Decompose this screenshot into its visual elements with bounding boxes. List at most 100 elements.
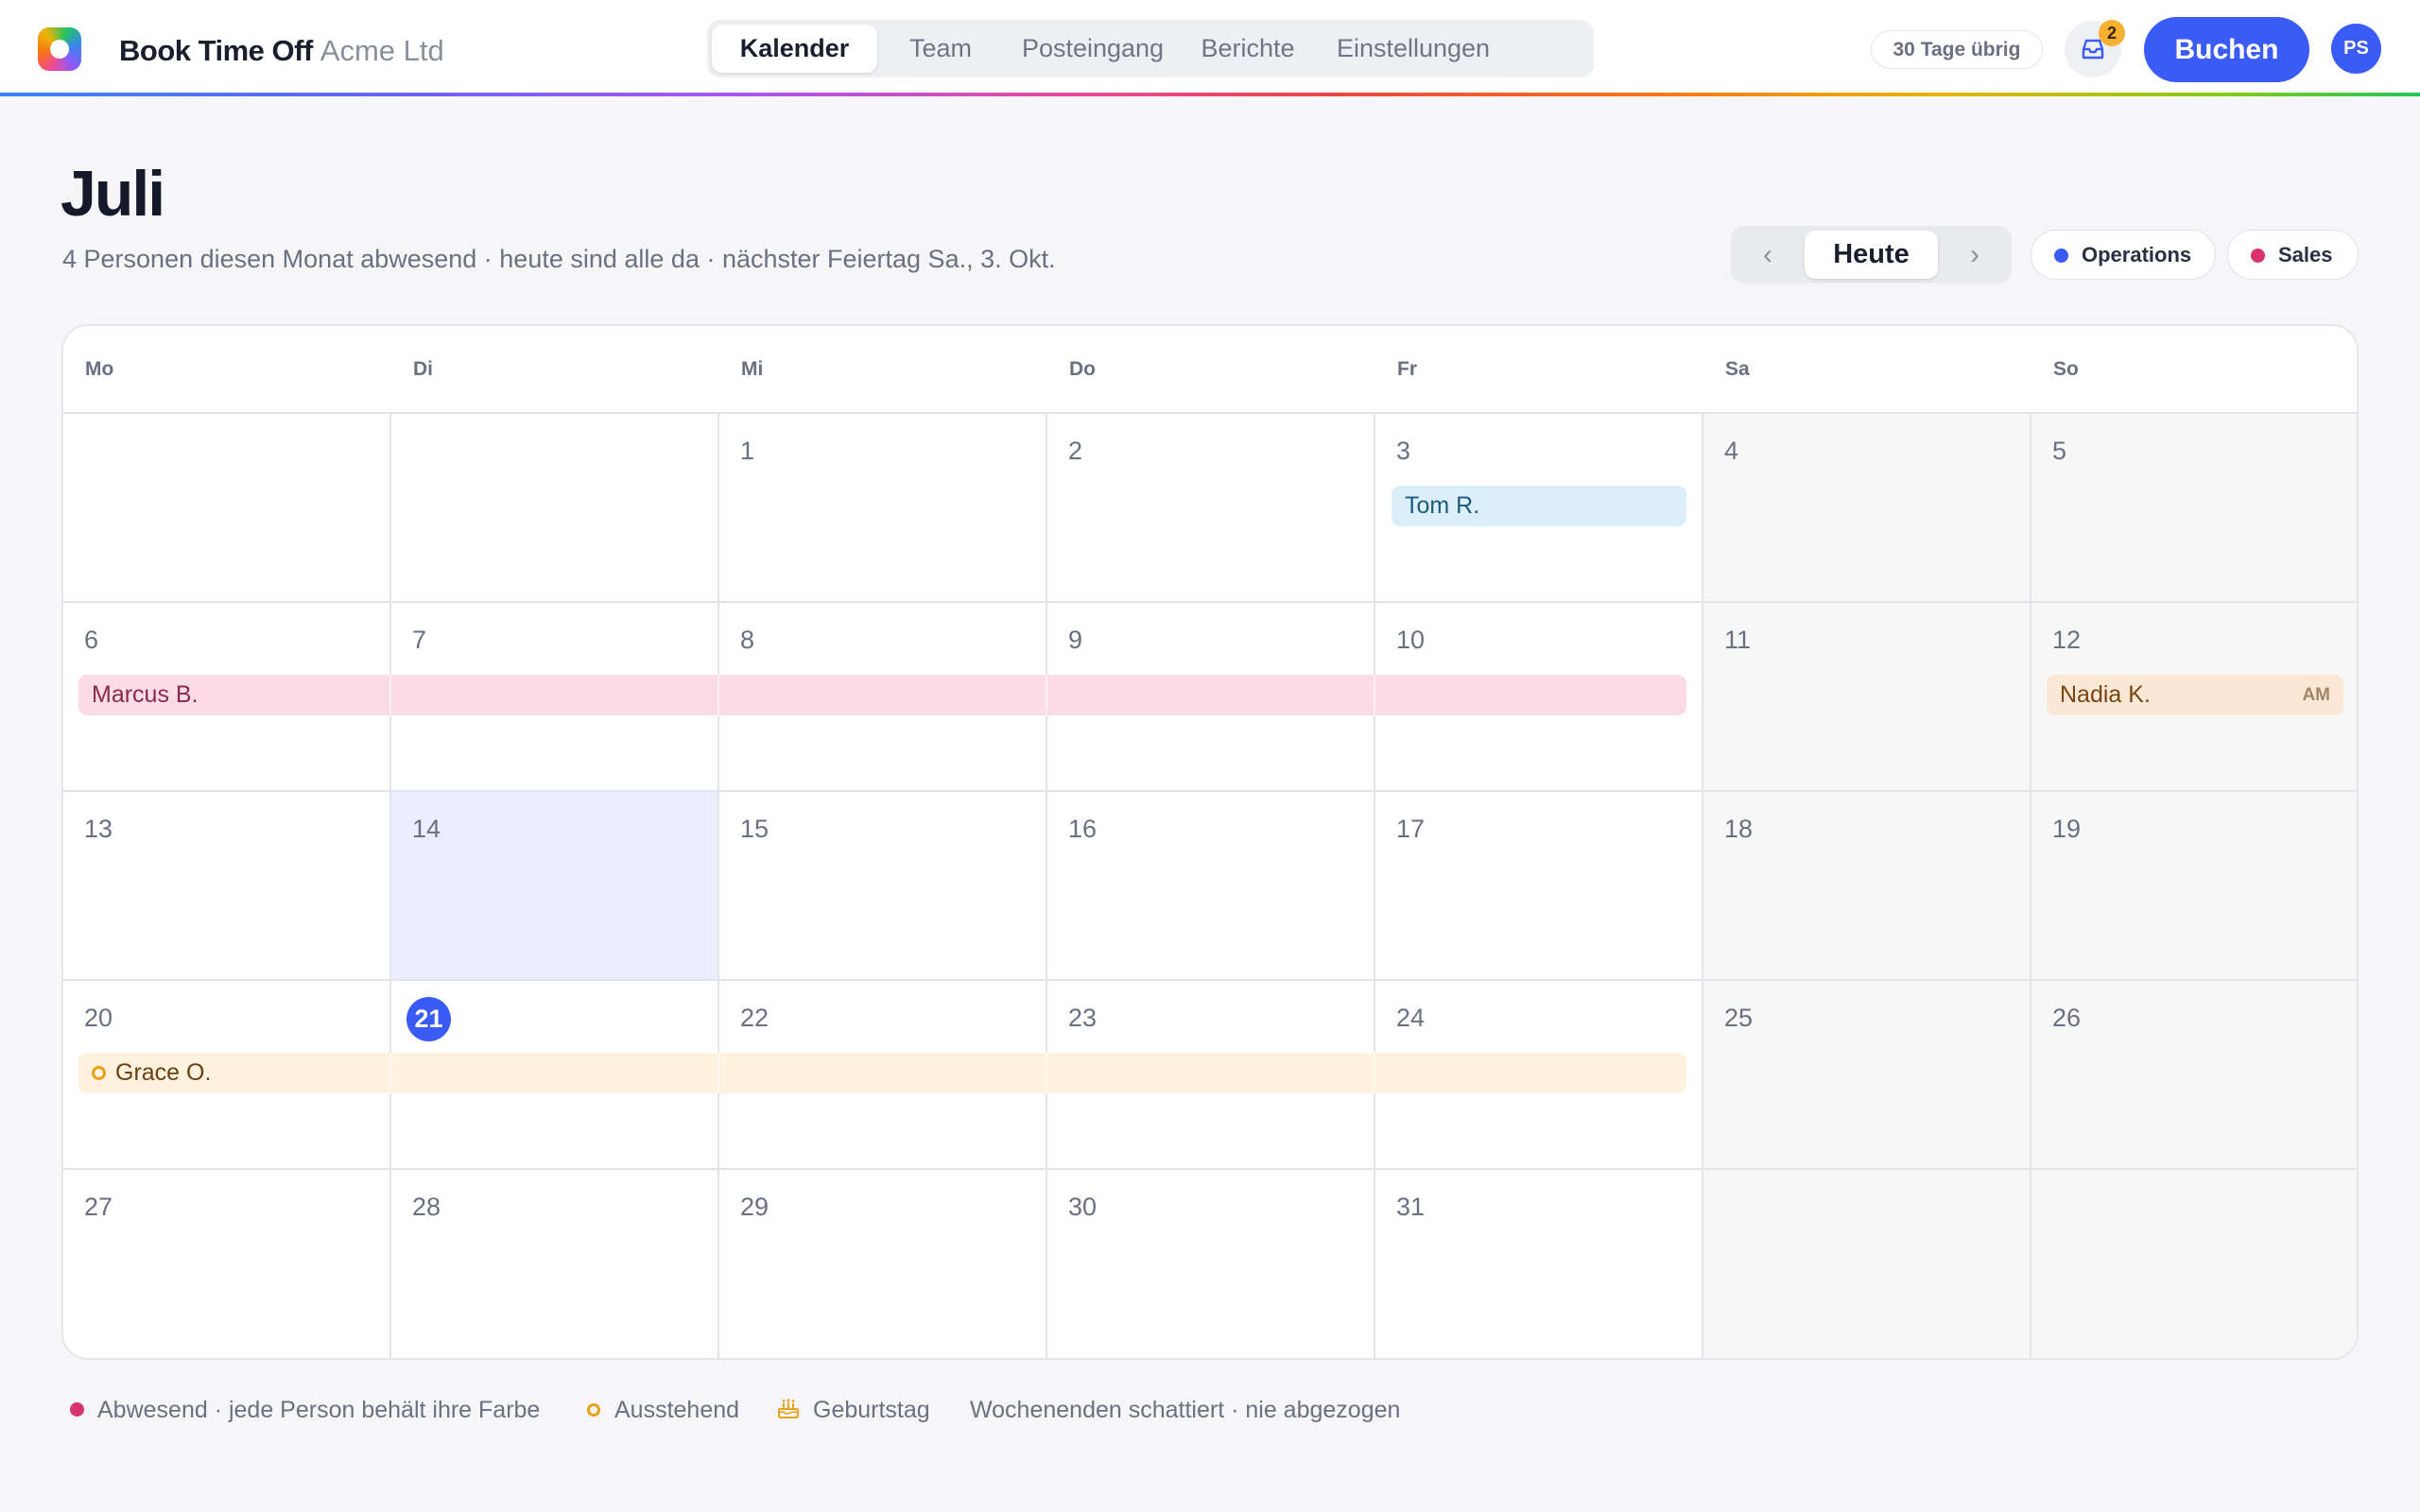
day-cell-weekend[interactable]: 19 xyxy=(2031,792,2357,981)
day-cell[interactable]: 27 xyxy=(63,1170,391,1358)
day-number: 13 xyxy=(84,815,113,843)
tab-team[interactable]: Team xyxy=(880,25,1001,73)
rainbow-divider xyxy=(0,93,2420,96)
event-name: Marcus B. xyxy=(92,681,199,708)
event-name: Tom R. xyxy=(1405,492,1480,519)
today-button[interactable]: Heute xyxy=(1805,231,1938,279)
day-cell-weekend[interactable]: 4 xyxy=(1703,414,2031,603)
event-marcus-b[interactable]: Marcus B. xyxy=(78,675,1686,715)
book-button[interactable]: Buchen xyxy=(2144,17,2309,82)
operations-color-dot xyxy=(2054,249,2068,263)
day-number: 16 xyxy=(1068,815,1098,843)
prev-month-button[interactable]: ‹ xyxy=(1731,226,1805,284)
app-name: Book Time Off xyxy=(119,34,313,67)
filter-sales[interactable]: Sales xyxy=(2227,230,2359,280)
day-cell[interactable]: 13 xyxy=(63,792,391,981)
day-separator xyxy=(1374,1053,1375,1093)
day-number: 26 xyxy=(2052,1004,2082,1032)
day-cell-weekend[interactable] xyxy=(2031,1170,2357,1358)
day-number: 3 xyxy=(1396,437,1411,465)
day-number: 19 xyxy=(2052,815,2082,843)
event-name: Grace O. xyxy=(115,1059,212,1086)
tab-berichte[interactable]: Berichte xyxy=(1184,25,1311,73)
page-subtitle: 4 Personen diesen Monat abwesend · heute… xyxy=(62,245,1056,273)
days-left-badge: 30 Tage übrig xyxy=(1871,30,2043,69)
absent-legend-dot xyxy=(70,1402,84,1417)
day-number: 4 xyxy=(1724,437,1739,465)
day-separator xyxy=(389,1053,391,1093)
day-cell-weekend[interactable] xyxy=(1703,1170,2031,1358)
weekday-label: So xyxy=(2053,358,2079,380)
event-nadia-k[interactable]: Nadia K. AM xyxy=(2047,675,2343,715)
day-number: 5 xyxy=(2052,437,2067,465)
day-cell-weekend[interactable]: 25 xyxy=(1703,981,2031,1170)
legend-birthday: Geburtstag xyxy=(813,1397,930,1423)
day-number: 25 xyxy=(1724,1004,1754,1032)
day-number: 28 xyxy=(412,1193,441,1221)
day-number: 18 xyxy=(1724,815,1754,843)
weekday-label: Fr xyxy=(1397,358,1417,380)
filter-operations[interactable]: Operations xyxy=(2031,230,2216,280)
day-cell[interactable]: 15 xyxy=(719,792,1047,981)
weekday-label: Di xyxy=(413,358,433,380)
weekday-header: Mo Di Mi Do Fr Sa So xyxy=(63,326,2357,414)
top-bar: Book Time Off Acme Ltd Kalender Team Post… xyxy=(0,0,2420,98)
month-navigation: ‹ Heute › xyxy=(1731,226,2012,284)
day-number: 15 xyxy=(740,815,769,843)
day-number: 20 xyxy=(84,1004,113,1032)
tab-posteingang[interactable]: Posteingang xyxy=(1004,25,1182,73)
today-day-number: 21 xyxy=(406,997,451,1041)
month-calendar: Mo Di Mi Do Fr Sa So 1 2 3 4 5 6 7 8 9 1… xyxy=(61,324,2359,1360)
day-cell[interactable]: 2 xyxy=(1047,414,1375,603)
day-cell[interactable]: 28 xyxy=(391,1170,719,1358)
day-number: 31 xyxy=(1396,1193,1426,1221)
day-number: 29 xyxy=(740,1193,769,1221)
tab-kalender[interactable]: Kalender xyxy=(712,25,877,73)
day-cell-weekend[interactable]: 18 xyxy=(1703,792,2031,981)
day-cell[interactable]: 1 xyxy=(719,414,1047,603)
day-cell[interactable]: 16 xyxy=(1047,792,1375,981)
day-cell-weekend[interactable]: 5 xyxy=(2031,414,2357,603)
day-number: 27 xyxy=(84,1193,113,1221)
day-separator xyxy=(1374,675,1375,715)
day-cell[interactable]: 31 xyxy=(1375,1170,1703,1358)
legend-absent: Abwesend · jede Person behält ihre Farbe xyxy=(97,1397,541,1423)
day-cell[interactable] xyxy=(391,414,719,603)
day-cell-highlighted[interactable]: 14 xyxy=(391,792,719,981)
brand: Book Time Off Acme Ltd xyxy=(119,32,444,70)
day-cell-weekend[interactable]: 11 xyxy=(1703,603,2031,792)
page-title: Juli xyxy=(60,158,165,230)
app-logo[interactable] xyxy=(38,27,81,71)
day-cell[interactable]: 29 xyxy=(719,1170,1047,1358)
day-cell[interactable]: 17 xyxy=(1375,792,1703,981)
day-number: 14 xyxy=(412,815,441,843)
day-number: 11 xyxy=(1724,626,1752,654)
filter-sales-label: Sales xyxy=(2278,243,2333,266)
half-day-tag: AM xyxy=(2302,685,2330,705)
legend-weekends: Wochenenden schattiert · nie abgezogen xyxy=(970,1397,1401,1423)
day-separator xyxy=(717,675,719,715)
pending-icon xyxy=(92,1066,106,1080)
event-tom-r[interactable]: Tom R. xyxy=(1392,486,1686,526)
day-number: 22 xyxy=(740,1004,769,1032)
cake-icon xyxy=(778,1399,799,1418)
main-nav: Kalender Team Posteingang Berichte Einst… xyxy=(707,20,1594,77)
day-cell[interactable] xyxy=(63,414,391,603)
day-separator xyxy=(1046,1053,1047,1093)
sales-color-dot xyxy=(2251,249,2265,263)
weekday-label: Mo xyxy=(85,358,114,380)
pending-legend-icon xyxy=(587,1403,600,1417)
inbox-count-badge: 2 xyxy=(2099,20,2125,46)
filter-operations-label: Operations xyxy=(2082,243,2192,266)
tab-einstellungen[interactable]: Einstellungen xyxy=(1314,25,1512,73)
day-number: 12 xyxy=(2052,626,2082,654)
user-avatar[interactable]: PS xyxy=(2331,24,2381,74)
event-name: Nadia K. xyxy=(2060,681,2151,708)
day-cell-weekend[interactable]: 26 xyxy=(2031,981,2357,1170)
day-cell[interactable]: 30 xyxy=(1047,1170,1375,1358)
day-number: 30 xyxy=(1068,1193,1098,1221)
event-grace-o-pending[interactable]: Grace O. xyxy=(78,1053,1686,1093)
next-month-button[interactable]: › xyxy=(1938,226,2012,284)
weekday-label: Do xyxy=(1069,358,1096,380)
day-number: 9 xyxy=(1068,626,1083,654)
